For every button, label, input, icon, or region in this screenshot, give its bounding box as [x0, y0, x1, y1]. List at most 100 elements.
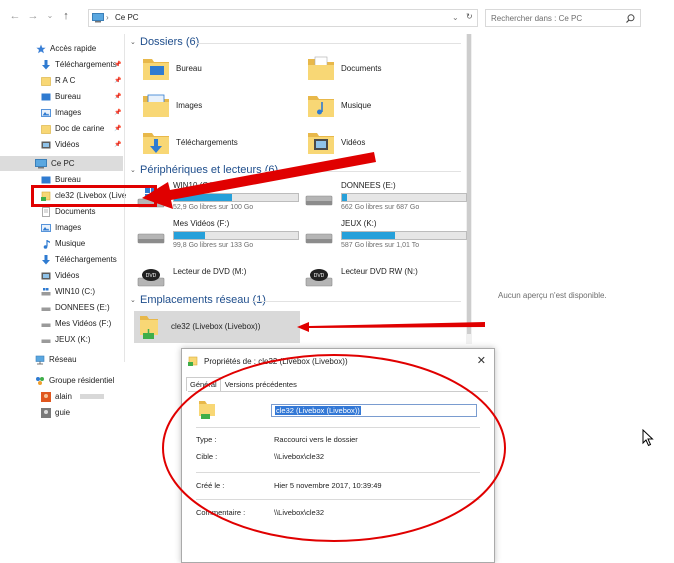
- sidebar-item-quick-access[interactable]: Accès rapide: [0, 41, 123, 56]
- dvd-tile-n[interactable]: DVD Lecteur DVD RW (N:): [305, 261, 475, 293]
- close-icon[interactable]: ✕: [477, 354, 486, 367]
- dvd-drive-icon: DVD: [305, 269, 333, 287]
- drive-usage-fill: [174, 194, 233, 201]
- network-location-cle32[interactable]: cle32 (Livebox (Livebox)): [134, 311, 300, 343]
- svg-text:DVD: DVD: [314, 273, 325, 279]
- sidebar-item-desktop-pinned[interactable]: Bureau 📌: [0, 89, 123, 104]
- downloads-folder-icon: [143, 133, 169, 154]
- search-icon[interactable]: [626, 14, 635, 23]
- drive-tile-f[interactable]: Mes Vidéos (F:) 99,8 Go libres sur 133 G…: [137, 219, 307, 251]
- network-folder-icon: [199, 401, 215, 419]
- homegroup-icon: [36, 376, 44, 385]
- tab-general[interactable]: Général: [186, 377, 221, 391]
- sidebar-item-downloads-pinned[interactable]: Téléchargements 📌: [0, 57, 123, 72]
- breadcrumb-separator: ›: [106, 13, 109, 22]
- drive-tile-c[interactable]: WIN10 (C:) 52,9 Go libres sur 100 Go: [137, 181, 307, 213]
- sidebar-item-rac[interactable]: R A C 📌: [0, 73, 123, 88]
- videos-folder-icon: [308, 133, 334, 154]
- network-folder-icon: [140, 316, 158, 339]
- sidebar-item-user-guie[interactable]: guie: [0, 405, 123, 420]
- tab-previous-versions[interactable]: Versions précédentes: [221, 377, 301, 391]
- documents-icon: [42, 206, 50, 217]
- dialog-titlebar[interactable]: Propriétés de : cle32 (Livebox (Livebox)…: [182, 349, 494, 373]
- drive-usage-fill: [342, 232, 396, 239]
- folder-tile-bureau[interactable]: Bureau: [142, 55, 202, 81]
- section-folders-header[interactable]: ⌄ Dossiers (6): [130, 36, 199, 48]
- address-dropdown-icon[interactable]: ⌄: [452, 13, 459, 22]
- folder-tile-videos[interactable]: Vidéos: [307, 129, 365, 155]
- folder-tile-downloads[interactable]: Téléchargements: [142, 129, 238, 155]
- section-network-header[interactable]: ⌄ Emplacements réseau (1): [130, 294, 266, 306]
- user-avatar-icon: [41, 391, 51, 402]
- pin-icon: 📌: [114, 142, 122, 148]
- recent-dropdown-icon[interactable]: ⌄: [43, 9, 57, 23]
- drive-icon: [305, 195, 333, 206]
- videos-icon: [41, 141, 51, 148]
- sidebar-item-drive-e[interactable]: DONNEES (E:): [0, 300, 123, 315]
- folder-tile-images[interactable]: Images: [142, 92, 202, 118]
- dvd-tile-m[interactable]: DVD Lecteur de DVD (M:): [137, 261, 307, 293]
- sidebar-item-music[interactable]: Musique: [0, 236, 123, 251]
- sidebar-item-downloads[interactable]: Téléchargements: [0, 252, 123, 267]
- sidebar-item-doc-carine[interactable]: Doc de carine 📌: [0, 121, 123, 136]
- sidebar-item-drive-f[interactable]: Mes Vidéos (F:): [0, 316, 123, 331]
- annotation-arrow-small: [297, 322, 485, 332]
- mouse-cursor-icon: [642, 429, 654, 447]
- breadcrumb-ce-pc[interactable]: Ce PC: [115, 13, 139, 22]
- sidebar-item-user-alain[interactable]: alain: [0, 389, 123, 404]
- drive-tile-e[interactable]: DONNEES (E:) 662 Go libres sur 687 Go: [305, 181, 475, 213]
- type-label: Type :: [196, 435, 217, 444]
- section-devices-header[interactable]: ⌄ Périphériques et lecteurs (6): [130, 164, 278, 176]
- collapse-chevron-icon[interactable]: ⌄: [130, 296, 140, 304]
- back-icon[interactable]: ←: [8, 9, 22, 23]
- pin-icon: 📌: [114, 78, 122, 84]
- sidebar-item-drive-k[interactable]: JEUX (K:): [0, 332, 123, 347]
- search-input[interactable]: [491, 11, 625, 25]
- sidebar-item-ce-pc[interactable]: Ce PC: [0, 156, 123, 171]
- sidebar-item-drive-c[interactable]: WIN10 (C:): [0, 284, 123, 299]
- comment-value: \\Livebox\cle32: [274, 508, 325, 517]
- drive-icon: [137, 233, 165, 244]
- pictures-folder-icon: [143, 94, 169, 117]
- music-note-icon: [43, 239, 50, 249]
- search-box[interactable]: [485, 9, 641, 27]
- dialog-divider: [196, 499, 480, 500]
- forward-icon[interactable]: →: [26, 9, 40, 23]
- drive-icon: [305, 233, 333, 244]
- up-icon[interactable]: ↑: [59, 9, 73, 23]
- sidebar-item-network[interactable]: Réseau: [0, 352, 123, 367]
- refresh-icon[interactable]: ↻: [466, 12, 473, 21]
- drive-usage-bar: [173, 193, 299, 202]
- collapse-chevron-icon[interactable]: ⌄: [130, 38, 140, 46]
- sidebar-item-images-pinned[interactable]: Images 📌: [0, 105, 123, 120]
- dialog-divider: [196, 427, 480, 428]
- pin-icon: 📌: [114, 126, 122, 132]
- folder-tile-documents[interactable]: Documents: [307, 55, 381, 81]
- target-label: Cible :: [196, 452, 218, 461]
- windows-drive-icon: [41, 287, 51, 295]
- star-icon: [36, 44, 46, 53]
- collapse-chevron-icon[interactable]: ⌄: [130, 166, 140, 174]
- pin-icon: 📌: [114, 110, 122, 116]
- network-icon: [35, 355, 45, 364]
- folder-icon: [41, 76, 51, 86]
- desktop-folder-icon: [143, 59, 169, 80]
- computer-icon: [35, 158, 47, 168]
- drive-tile-k[interactable]: JEUX (K:) 587 Go libres sur 1,01 To: [305, 219, 475, 251]
- user-avatar-icon: [41, 407, 51, 418]
- drive-usage-fill: [342, 194, 347, 201]
- address-bar[interactable]: › Ce PC ⌄ ↻: [88, 9, 478, 27]
- section-divider: [264, 171, 461, 172]
- sidebar-item-videos[interactable]: Vidéos: [0, 268, 123, 283]
- shortcut-name-field[interactable]: cle32 (Livebox (Livebox)): [271, 404, 477, 417]
- videos-icon: [41, 272, 51, 279]
- dialog-divider: [196, 472, 480, 473]
- folder-tile-music[interactable]: Musique: [307, 92, 371, 118]
- dialog-body: cle32 (Livebox (Livebox)) Type : Raccour…: [188, 391, 488, 561]
- sidebar-item-images[interactable]: Images: [0, 220, 123, 235]
- sidebar-item-videos-pinned[interactable]: Vidéos 📌: [0, 137, 123, 152]
- comment-label: Commentaire :: [196, 508, 246, 517]
- drive-icon: [41, 339, 51, 343]
- sidebar-item-homegroup[interactable]: Groupe résidentiel: [0, 373, 123, 388]
- download-arrow-icon: [42, 59, 50, 69]
